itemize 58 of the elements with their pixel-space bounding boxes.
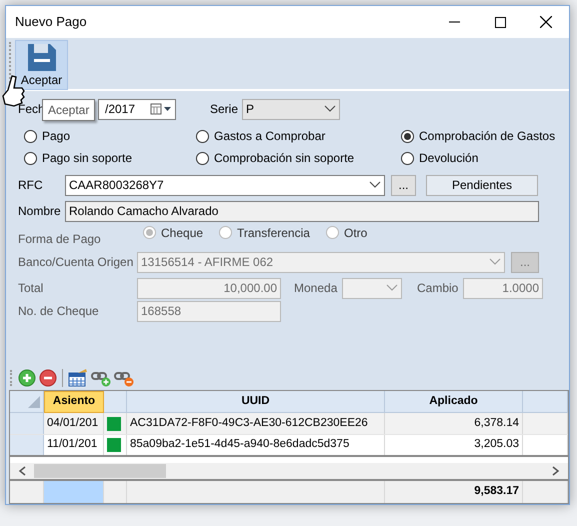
rfc-dropdown[interactable]: CAAR8003268Y7 xyxy=(65,174,385,196)
remove-icon[interactable] xyxy=(39,369,57,387)
accept-button[interactable]: Aceptar xyxy=(15,40,68,90)
radio-option[interactable]: Pago xyxy=(24,126,70,146)
window-title: Nuevo Pago xyxy=(15,13,88,32)
field-label: RFC xyxy=(18,177,44,194)
radio-option[interactable]: Devolución xyxy=(401,148,478,168)
tooltip: Aceptar xyxy=(42,99,96,121)
field-label: Moneda xyxy=(293,280,338,297)
field-label: Total xyxy=(18,280,44,297)
table-cell: 11/01/201 xyxy=(44,435,104,455)
add-icon[interactable] xyxy=(18,369,36,387)
radio-option[interactable]: Comprobación sin soporte xyxy=(196,148,354,168)
table-cell: 6,378.14 xyxy=(385,413,523,434)
pendientes-button[interactable]: Pendientes xyxy=(426,174,538,196)
minimize-icon xyxy=(448,21,460,23)
caret-icon xyxy=(324,105,336,113)
nombre-field[interactable]: Rolando Camacho Alvarado xyxy=(65,200,539,222)
radio-option[interactable]: Gastos a Comprobar xyxy=(196,126,326,146)
field-label: Cambio xyxy=(416,280,460,297)
summary-total: 9,583.17 xyxy=(385,481,523,503)
table-cell: AC31DA72-F8F0-49C3-AE30-612CB230EE26 xyxy=(127,413,385,434)
cambio-field[interactable]: 1.0000 xyxy=(463,278,543,298)
save-icon xyxy=(28,44,56,71)
field-label: Nombre xyxy=(18,203,62,220)
field-label: Serie xyxy=(209,101,240,118)
column-header[interactable]: Aplicado xyxy=(385,391,523,413)
radio-option: Transferencia xyxy=(219,222,310,243)
total-field[interactable]: 10,000.00 xyxy=(137,278,281,298)
corner-triangle-icon xyxy=(28,396,40,408)
browse-button[interactable]: ... xyxy=(391,174,416,196)
horizontal-scrollbar[interactable] xyxy=(10,463,568,481)
radio-option: Otro xyxy=(326,222,368,243)
link-add-icon[interactable] xyxy=(91,369,111,387)
serie-dropdown[interactable]: P xyxy=(242,98,340,120)
maximize-icon xyxy=(494,16,506,28)
calendar-dropdown-icon xyxy=(150,103,172,115)
banco-dropdown[interactable]: 13156514 - AFIRME 062 xyxy=(137,252,505,272)
field-label: No. de Cheque xyxy=(18,303,100,320)
column-header[interactable]: Asiento xyxy=(44,391,104,413)
caret-icon xyxy=(369,181,381,189)
radio-option: Cheque xyxy=(143,222,204,243)
table-cell: 85a09ba2-1e51-4d45-a940-8e6dadc5d375 xyxy=(127,435,385,455)
cheque-number-field[interactable]: 168558 xyxy=(137,300,281,322)
column-header[interactable]: UUID xyxy=(127,391,385,413)
calendar-icon[interactable] xyxy=(68,369,88,387)
summary-cell xyxy=(44,481,104,503)
caret-icon xyxy=(386,284,398,292)
field-label: Forma de Pago xyxy=(18,231,102,248)
field-label: Banco/Cuenta Origen xyxy=(18,254,134,271)
link-remove-icon[interactable] xyxy=(114,369,134,387)
date-field[interactable]: /2017 xyxy=(98,98,176,120)
radio-option[interactable]: Pago sin soporte xyxy=(24,148,132,168)
close-icon xyxy=(540,16,552,28)
table-cell: 04/01/201 xyxy=(44,413,104,434)
table-cell: 3,205.03 xyxy=(385,435,523,455)
caret-icon xyxy=(489,258,501,266)
radio-option[interactable]: Comprobación de Gastos xyxy=(401,126,556,146)
